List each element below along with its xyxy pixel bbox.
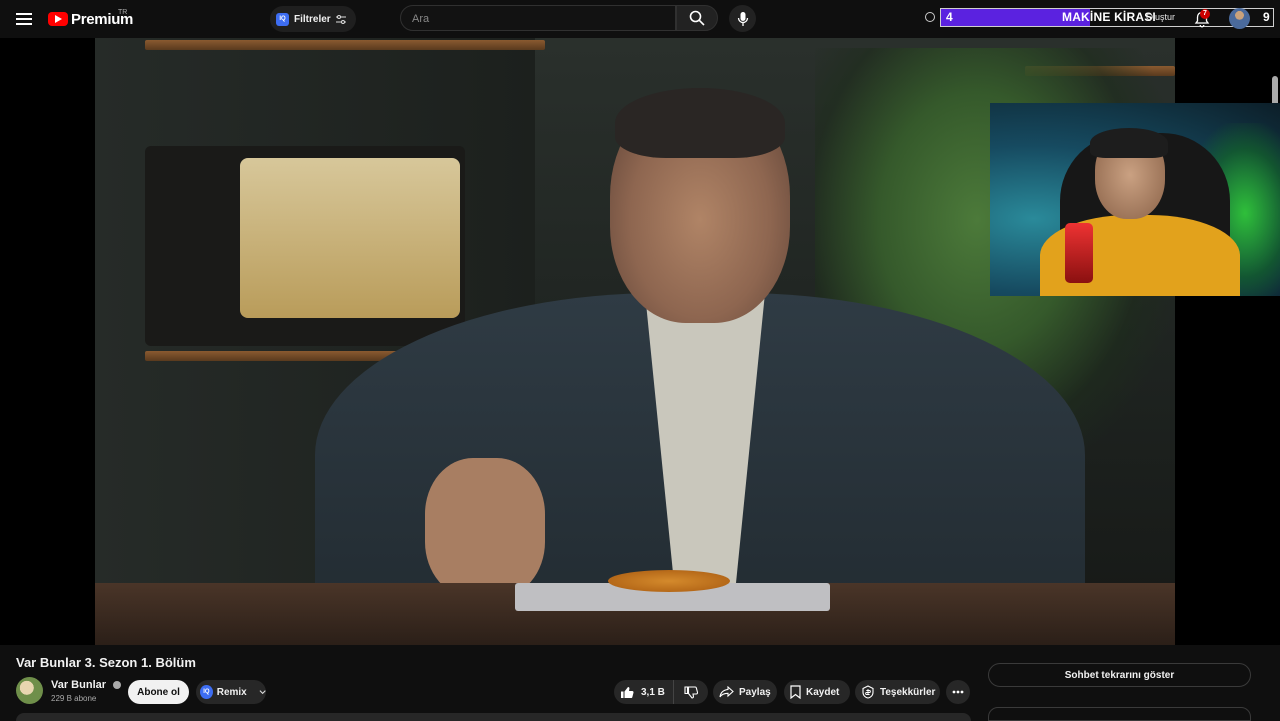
like-dislike-group: 3,1 B (614, 680, 708, 704)
chevron-down-icon (259, 690, 266, 695)
menu-button[interactable] (12, 7, 36, 31)
webcam-microphone (1065, 223, 1093, 283)
goal-title: MAKİNE KİRASI (1062, 10, 1156, 24)
dislike-button[interactable] (674, 680, 708, 704)
more-icon (952, 690, 964, 694)
filters-label: Filtreler (294, 13, 331, 25)
stream-goal-overlay: 4 MAKİNE KİRASI Oluştur (940, 8, 1274, 27)
search-icon (689, 10, 705, 26)
search-box (400, 5, 676, 32)
clock-icon (925, 12, 935, 22)
dislike-icon (684, 685, 698, 699)
search-input[interactable] (410, 6, 664, 32)
save-label: Kaydet (806, 686, 840, 698)
channel-avatar[interactable] (16, 677, 43, 704)
microphone-icon (737, 11, 748, 26)
scene-prayer-beads (608, 570, 730, 592)
create-button-label[interactable]: Oluştur (1146, 12, 1175, 22)
thanks-label: Teşekkürler (880, 686, 936, 698)
thanks-icon (862, 685, 874, 699)
menu-icon (16, 13, 32, 25)
video-title: Var Bunlar 3. Sezon 1. Bölüm (16, 655, 196, 670)
remix-button[interactable]: IQ Remix (196, 680, 266, 704)
channel-name[interactable]: Var Bunlar (51, 679, 106, 691)
scene-shelf (145, 40, 545, 50)
iq-badge: IQ (276, 12, 289, 26)
scene-person-hand (425, 458, 545, 598)
more-actions-button[interactable] (946, 680, 970, 704)
like-button[interactable]: 3,1 B (614, 680, 674, 704)
voice-search-button[interactable] (729, 5, 756, 32)
subscribe-button[interactable]: Abone ol (128, 680, 189, 704)
save-button[interactable]: Kaydet (784, 680, 850, 704)
verified-icon (113, 681, 122, 690)
show-chat-replay-button[interactable]: Sohbet tekrarını göster (988, 663, 1251, 687)
account-avatar[interactable] (1229, 8, 1250, 29)
filters-icon (335, 14, 346, 24)
region-code: TR (118, 9, 128, 16)
subscriber-count: 229 B abone (51, 694, 97, 703)
goal-right-number: 9 (1263, 10, 1270, 24)
share-icon (719, 686, 734, 698)
webcam-headphones (1090, 128, 1168, 158)
channel-name-row[interactable]: Var Bunlar (51, 679, 122, 691)
scene-radio-front (240, 158, 460, 318)
search-button[interactable] (676, 5, 718, 31)
remix-badge: IQ (200, 685, 213, 699)
share-button[interactable]: Paylaş (713, 680, 777, 704)
share-label: Paylaş (739, 686, 771, 698)
remix-label: Remix (216, 686, 247, 698)
like-icon (621, 686, 634, 698)
thanks-button[interactable]: Teşekkürler (855, 680, 940, 704)
save-icon (790, 685, 801, 699)
filters-button[interactable]: IQ Filtreler (270, 6, 356, 32)
youtube-logo-icon (48, 12, 68, 26)
scene-person-hair (615, 88, 785, 158)
notification-count-badge: 7 (1200, 9, 1210, 19)
goal-left-number: 4 (946, 10, 953, 24)
streamer-webcam (990, 103, 1280, 296)
sidebar-next-card[interactable] (988, 707, 1251, 721)
like-count: 3,1 B (641, 686, 665, 698)
